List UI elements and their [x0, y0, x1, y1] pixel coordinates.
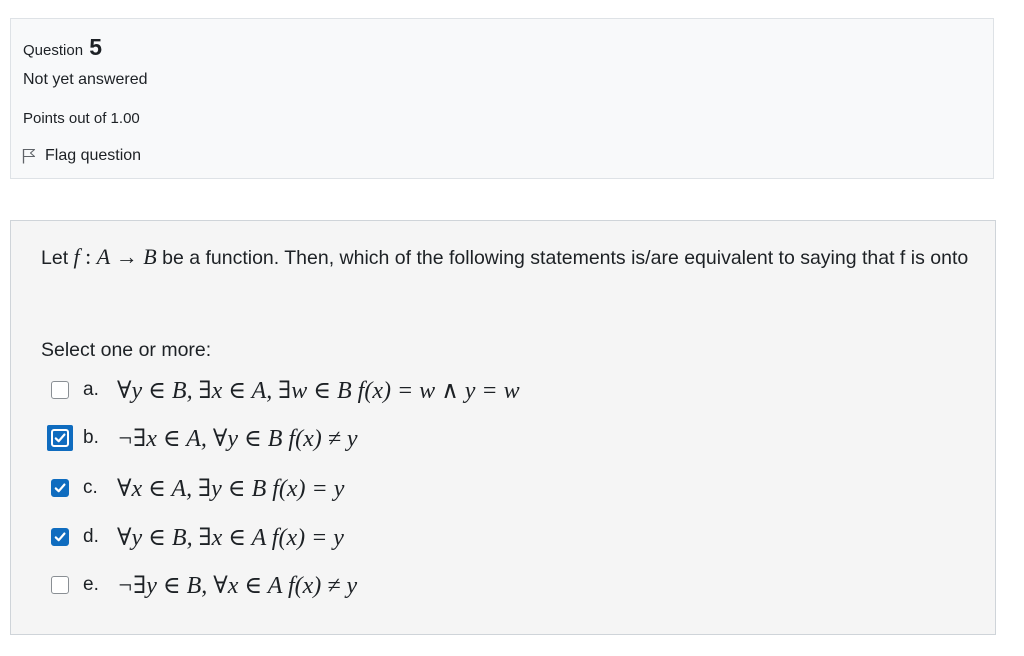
- question-text: Let f : A → B be a function. Then, which…: [41, 241, 981, 274]
- option-e-checkbox[interactable]: [51, 576, 69, 594]
- answer-prompt: Select one or more:: [41, 339, 212, 361]
- answer-option-b[interactable]: b. ¬∃x ∈ A, ∀y ∈ B f(x) ≠ y: [47, 422, 358, 454]
- question-number-value: 5: [89, 34, 103, 60]
- answer-option-a[interactable]: a. ∀y ∈ B, ∃x ∈ A, ∃w ∈ B f(x) = w ∧ y =…: [51, 374, 520, 406]
- option-d-formula: ∀y ∈ B, ∃x ∈ A f(x) = y: [117, 524, 344, 551]
- option-a-formula: ∀y ∈ B, ∃x ∈ A, ∃w ∈ B f(x) = w ∧ y = w: [117, 377, 520, 404]
- question-grade: Points out of 1.00: [23, 110, 140, 127]
- math-B: B: [143, 244, 157, 269]
- option-a-checkbox[interactable]: [51, 381, 69, 399]
- check-icon: [54, 433, 66, 443]
- option-c-formula: ∀x ∈ A, ∃y ∈ B f(x) = y: [117, 475, 345, 502]
- option-c-checkbox[interactable]: [51, 479, 69, 497]
- option-b-checkbox[interactable]: [51, 429, 69, 447]
- option-e-formula: ¬∃y ∈ B, ∀x ∈ A f(x) ≠ y: [117, 572, 358, 599]
- math-arrow: →: [110, 244, 144, 269]
- flag-question-label: Flag question: [45, 147, 142, 164]
- math-A: A: [96, 244, 111, 269]
- option-c-label: c.: [83, 477, 98, 498]
- answer-option-c[interactable]: c. ∀x ∈ A, ∃y ∈ B f(x) = y: [51, 472, 344, 504]
- question-text-prefix: Let: [41, 247, 74, 269]
- check-icon: [54, 483, 66, 493]
- check-icon: [54, 532, 66, 542]
- option-d-label: d.: [83, 526, 99, 547]
- question-number: Question 5: [23, 33, 102, 65]
- option-a-label: a.: [83, 379, 99, 400]
- answer-option-d[interactable]: d. ∀y ∈ B, ∃x ∈ A f(x) = y: [51, 521, 344, 553]
- question-info-panel: Question 5 Not yet answered Points out o…: [10, 18, 994, 179]
- option-d-checkbox[interactable]: [51, 528, 69, 546]
- option-b-formula: ¬∃x ∈ A, ∀y ∈ B f(x) ≠ y: [117, 425, 358, 452]
- flag-question-link[interactable]: Flag question: [22, 147, 141, 165]
- question-text-suffix: be a function. Then, which of the follow…: [156, 247, 969, 269]
- flag-icon: [22, 148, 36, 164]
- question-label: Question: [23, 42, 84, 59]
- option-b-focus-ring: [47, 425, 73, 451]
- option-b-label: b.: [83, 427, 99, 448]
- option-e-label: e.: [83, 574, 99, 595]
- question-content-panel: Let f : A → B be a function. Then, which…: [10, 220, 996, 635]
- question-state: Not yet answered: [23, 71, 148, 88]
- math-colon: :: [79, 244, 97, 269]
- answer-option-e[interactable]: e. ¬∃y ∈ B, ∀x ∈ A f(x) ≠ y: [51, 569, 357, 601]
- question-math: f : A → B: [74, 244, 157, 269]
